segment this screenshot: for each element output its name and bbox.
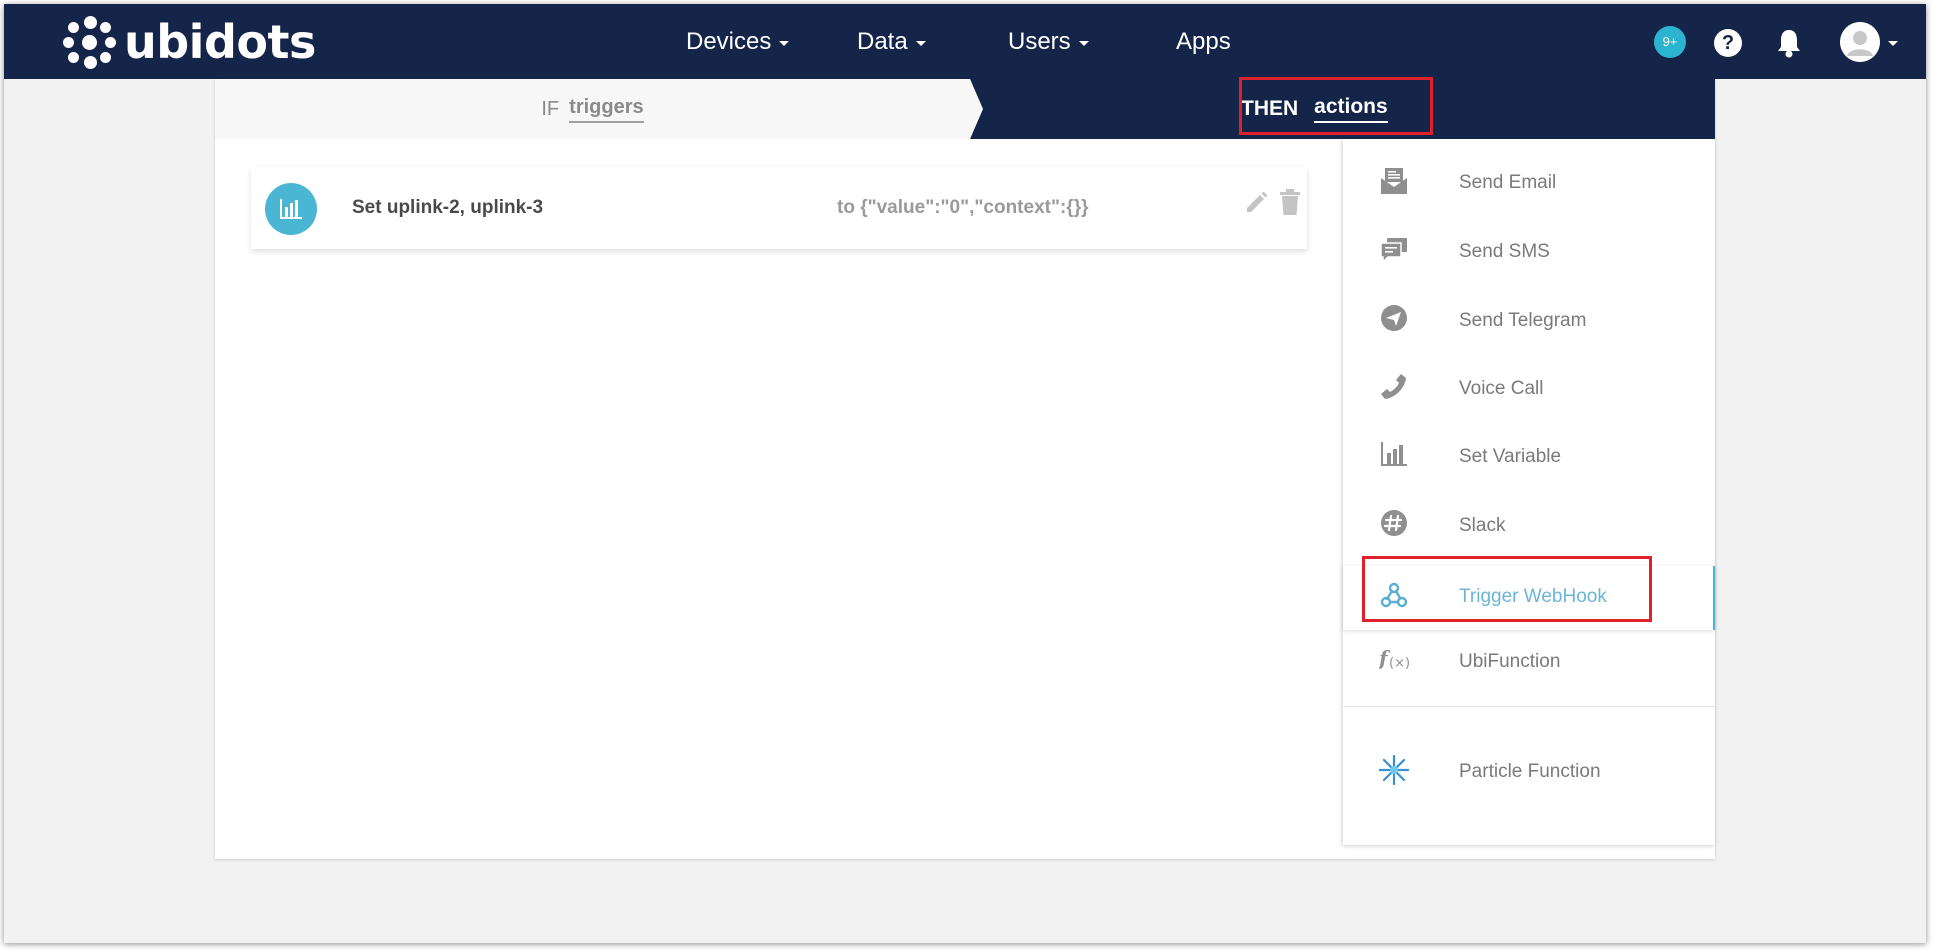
chevron-down-icon[interactable]: [1888, 41, 1898, 46]
menu-item-particle-function[interactable]: Particle Function: [1343, 741, 1715, 805]
menu-item-label: Send SMS: [1459, 241, 1550, 262]
menu-item-ubifunction[interactable]: f (×) UbiFunction: [1343, 631, 1715, 695]
envelope-icon: [1379, 166, 1409, 196]
menu-item-send-email[interactable]: Send Email: [1343, 152, 1715, 216]
nav-devices-label: Devices: [686, 28, 772, 55]
menu-item-label: Send Email: [1459, 172, 1557, 193]
nav-data[interactable]: Data: [857, 4, 926, 79]
chat-icon: [1379, 235, 1409, 265]
nav-data-label: Data: [857, 28, 908, 55]
if-prefix: IF: [541, 97, 560, 120]
menu-item-send-sms[interactable]: Send SMS: [1343, 221, 1715, 285]
webhook-highlight-box: [1362, 556, 1652, 622]
app-window: ubidots Devices Data Users Apps 9+ ? IF …: [4, 4, 1926, 943]
nav-apps[interactable]: Apps: [1176, 4, 1231, 79]
menu-item-label: UbiFunction: [1459, 651, 1561, 672]
bar-chart-icon: [1379, 440, 1409, 470]
menu-item-label: Particle Function: [1459, 761, 1601, 782]
chevron-down-icon: [915, 41, 926, 46]
event-editor-card: IF triggers THEN actions Set uplink-2, u…: [215, 77, 1715, 859]
nav-users-label: Users: [1008, 28, 1071, 55]
bell-icon[interactable]: [1774, 27, 1804, 59]
menu-item-label: Slack: [1459, 515, 1506, 536]
chevron-down-icon: [779, 41, 790, 46]
menu-item-label: Set Variable: [1459, 446, 1562, 467]
slack-icon: [1379, 509, 1409, 539]
menu-item-slack[interactable]: Slack: [1343, 495, 1715, 559]
action-row-value: to {"value":"0","context":{}}: [837, 197, 1089, 218]
help-icon[interactable]: ?: [1714, 29, 1742, 57]
actions-menu: Send Email Send SMS Send Telegram Voice …: [1343, 139, 1715, 845]
pencil-icon[interactable]: [1244, 189, 1270, 215]
nav-users[interactable]: Users: [1008, 4, 1089, 79]
menu-item-label: Voice Call: [1459, 378, 1544, 399]
if-triggers-label: triggers: [569, 96, 644, 123]
phone-icon: [1379, 372, 1409, 402]
nav-apps-label: Apps: [1176, 28, 1231, 55]
nav-devices[interactable]: Devices: [686, 4, 790, 79]
trash-icon[interactable]: [1278, 188, 1302, 216]
main-nav: Devices Data Users Apps: [4, 4, 1926, 79]
menu-item-label: Send Telegram: [1459, 310, 1587, 331]
notifications-count-badge[interactable]: 9+: [1654, 26, 1686, 58]
top-navbar: ubidots Devices Data Users Apps 9+ ?: [4, 4, 1926, 79]
set-variable-icon: [265, 183, 317, 235]
action-row-title: Set uplink-2, uplink-3: [352, 197, 544, 218]
if-triggers-tab[interactable]: IF triggers: [215, 79, 970, 139]
menu-item-set-variable[interactable]: Set Variable: [1343, 426, 1715, 490]
svg-text:(×): (×): [1389, 656, 1409, 671]
chevron-down-icon: [1078, 41, 1089, 46]
then-highlight-box: [1239, 77, 1433, 135]
particle-icon: [1378, 754, 1410, 786]
step-arrow-icon: [970, 79, 982, 139]
function-icon: f (×): [1377, 645, 1410, 675]
menu-item-send-telegram[interactable]: Send Telegram: [1343, 290, 1715, 354]
telegram-icon: [1379, 304, 1409, 334]
user-avatar[interactable]: [1840, 22, 1880, 62]
action-row[interactable]: Set uplink-2, uplink-3 to {"value":"0","…: [251, 167, 1307, 249]
menu-divider: [1343, 706, 1715, 707]
menu-item-voice-call[interactable]: Voice Call: [1343, 358, 1715, 422]
